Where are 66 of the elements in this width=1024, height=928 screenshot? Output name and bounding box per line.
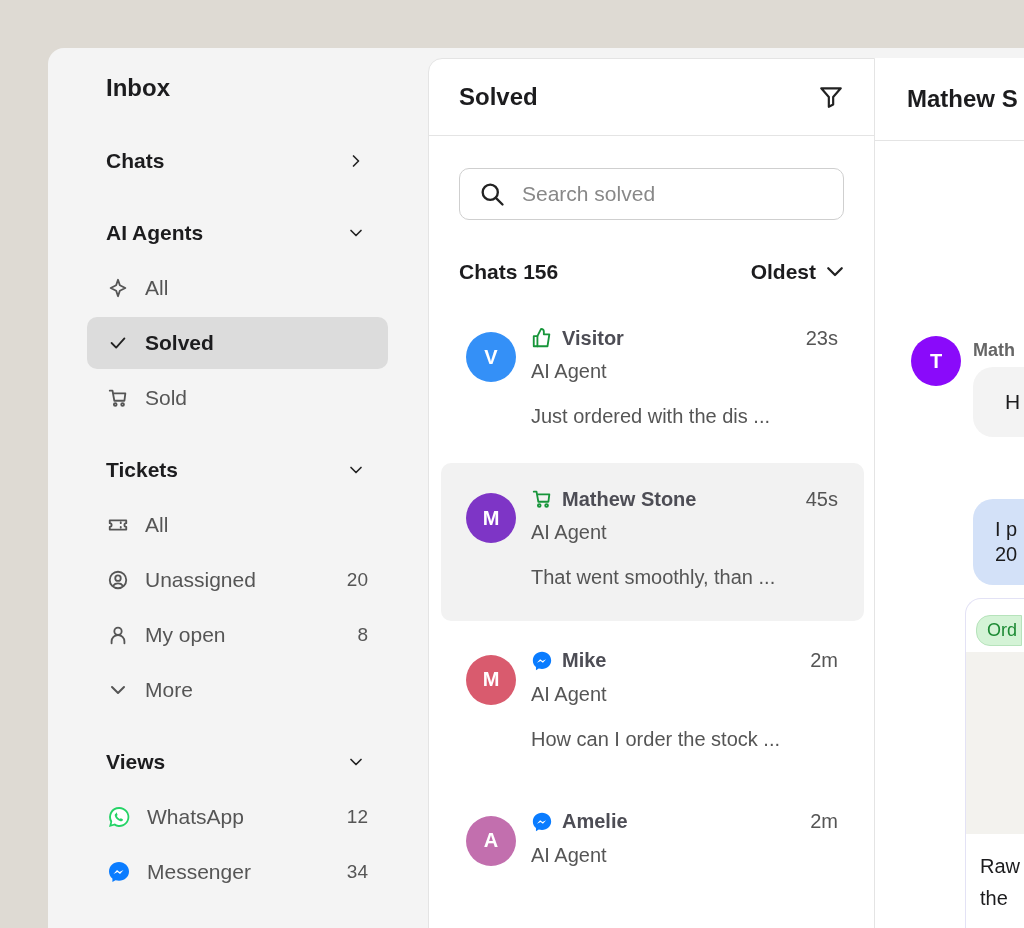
section-header[interactable]: Tickets (87, 441, 388, 499)
sidebar-item[interactable]: Solved (87, 317, 388, 369)
message-preview: Just ordered with the dis ... (531, 405, 771, 429)
conversation-item[interactable]: A Amelie 2m AI Agent (441, 785, 864, 928)
contact-name: Mike (562, 649, 608, 673)
cart-icon (107, 387, 129, 409)
item-count: 8 (357, 624, 368, 646)
contact-name: Amelie (562, 810, 629, 834)
contact-name: Visitor (562, 326, 625, 350)
chat-count: Chats 156 (459, 260, 559, 285)
filter-icon (818, 84, 844, 110)
sidebar-item[interactable]: WhatsApp 12 (87, 791, 388, 843)
sidebar-item[interactable]: All (87, 262, 388, 314)
chat-title: Mathew S (875, 58, 1024, 141)
message-bubble: I p 20 (973, 499, 1024, 585)
avatar: M (466, 654, 516, 705)
time-label: 2m (810, 649, 838, 673)
whatsapp-icon (107, 805, 131, 829)
section-header[interactable]: Views (87, 733, 388, 791)
agent-label: AI Agent (531, 682, 608, 706)
sidebar-item[interactable]: More (87, 664, 388, 716)
search-input[interactable]: Search solved (520, 181, 825, 208)
item-count: 20 (346, 569, 368, 591)
time-label: 45s (805, 487, 838, 511)
conversation-item[interactable]: M Mathew Stone 45s AI Agent That went smoothly, than ... (441, 463, 864, 621)
time-label: 2m (810, 810, 838, 834)
list-title: Solved (459, 83, 538, 111)
messenger-icon (531, 649, 553, 672)
order-tag: Ord (976, 615, 1022, 646)
chevron-down-icon (826, 266, 844, 278)
message-preview: That went smoothly, than ... (531, 566, 777, 590)
sidebar-item[interactable]: All (87, 499, 388, 551)
sort-dropdown[interactable]: Oldest (750, 260, 844, 285)
item-count: 34 (346, 861, 368, 883)
cart-icon (531, 488, 553, 511)
message-bubble: H (973, 367, 1024, 437)
sender-name: Math (973, 340, 1016, 361)
avatar: M (466, 493, 516, 544)
contact-name: Mathew Stone (562, 487, 698, 511)
conversation-item[interactable]: M Mike 2m AI Agent How can I order the stock ... (441, 624, 864, 782)
item-count: 12 (346, 806, 368, 828)
time-label: 23s (805, 326, 838, 350)
avatar: A (466, 815, 516, 866)
messenger-icon (531, 810, 553, 833)
inbox-title: Inbox (105, 74, 171, 102)
filter-button[interactable] (818, 84, 844, 110)
message-preview: How can I order the stock ... (531, 727, 781, 751)
agent-label: AI Agent (531, 843, 608, 867)
search-field[interactable]: Search solved (459, 168, 844, 221)
agent-label: AI Agent (531, 521, 608, 545)
conversation-item[interactable]: V Visitor 23s AI Agent Just ordered with the dis ... (441, 302, 864, 460)
product-text: Raw the (979, 854, 1021, 911)
sidebar-item[interactable]: Unassigned 20 (87, 554, 388, 606)
sidebar-item[interactable]: My open 8 (87, 609, 388, 661)
sidebar-item[interactable]: Sold (87, 372, 388, 424)
thumbs-up-icon (531, 327, 553, 350)
sparkle-icon (107, 277, 129, 299)
messenger-icon (107, 860, 131, 884)
section-header[interactable]: AI Agents (87, 204, 388, 262)
avatar: V (466, 332, 516, 383)
avatar: T (911, 336, 961, 386)
agent-label: AI Agent (531, 360, 608, 384)
sidebar-item[interactable]: Messenger 34 (87, 846, 388, 898)
user-circle-icon (107, 569, 129, 591)
chevron-down-icon (110, 685, 126, 695)
section-header[interactable]: Chats (87, 132, 388, 190)
